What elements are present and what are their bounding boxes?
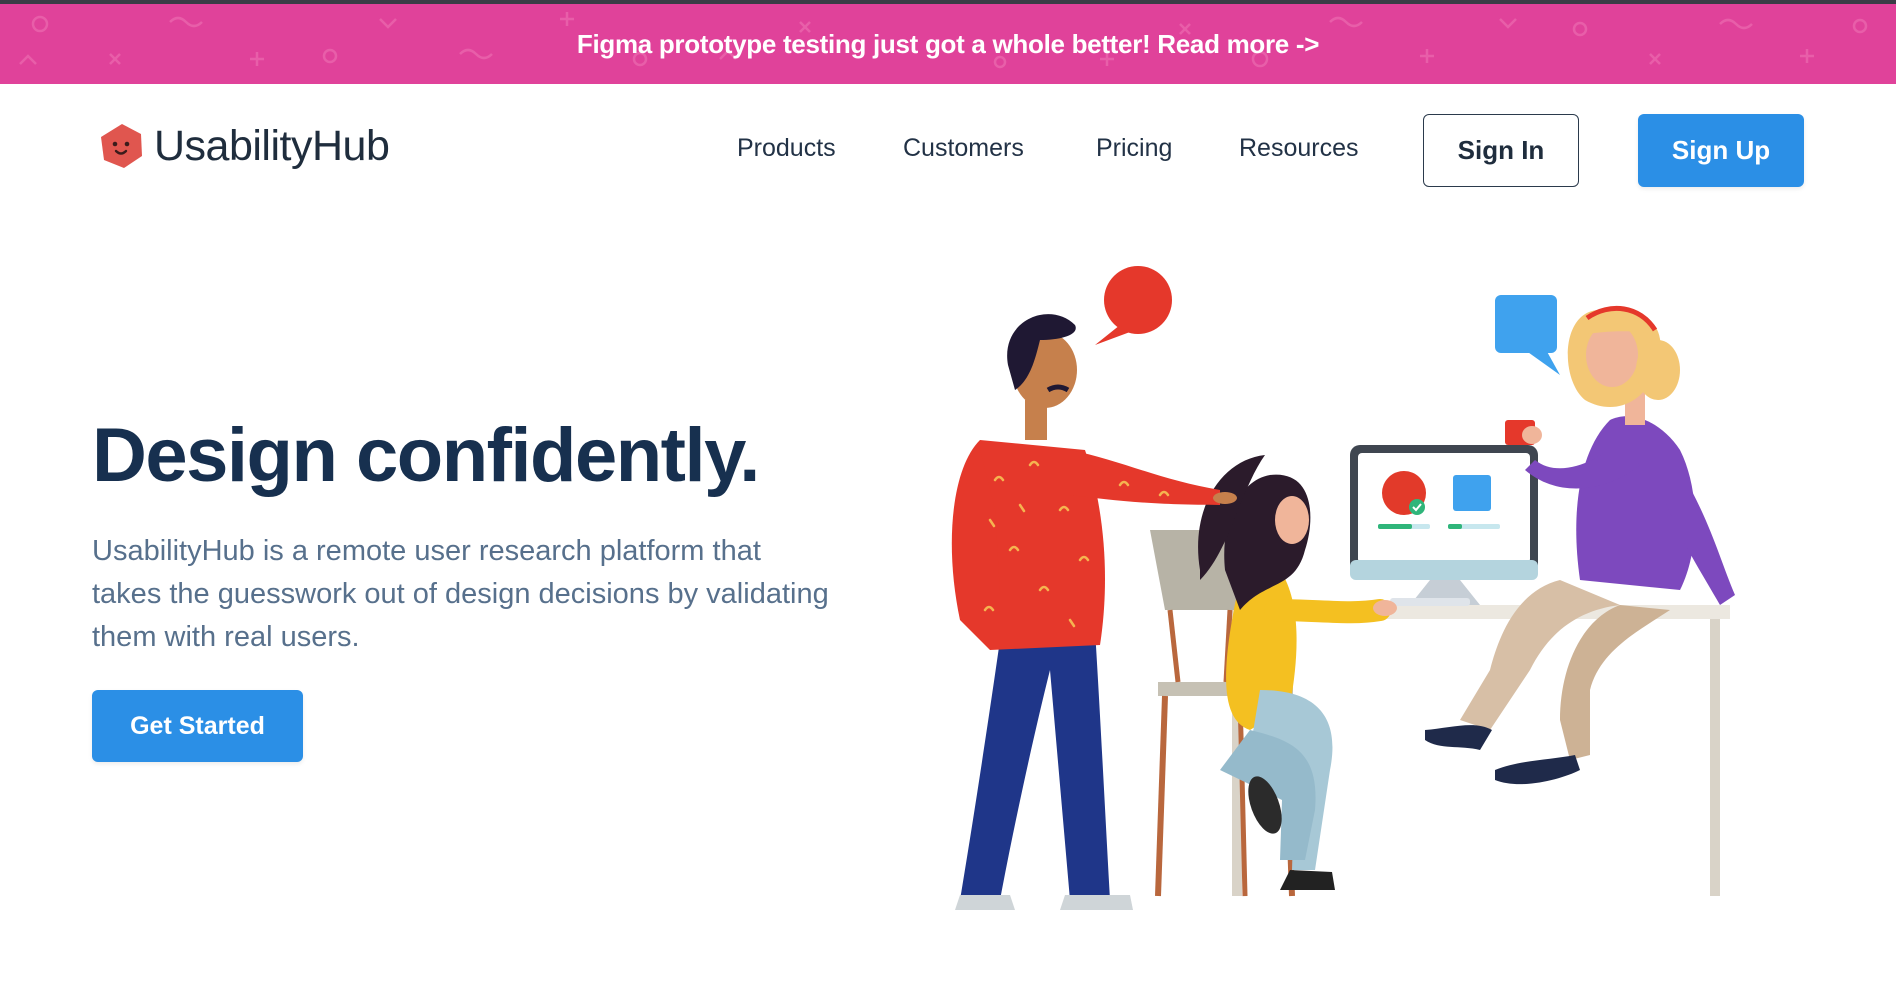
hero-title: Design confidently. [92, 413, 760, 498]
nav-resources[interactable]: Resources [1239, 134, 1359, 163]
sign-in-button[interactable]: Sign In [1423, 114, 1579, 187]
get-started-button[interactable]: Get Started [92, 690, 303, 762]
hero-illustration [951, 266, 1735, 910]
hexagon-face-icon [101, 124, 142, 168]
nav-pricing[interactable]: Pricing [1096, 134, 1172, 163]
nav-products[interactable]: Products [737, 134, 836, 163]
top-navigation: UsabilityHub Products Customers Pricing … [0, 84, 1896, 216]
logo-text: UsabilityHub [154, 121, 390, 170]
sign-up-button[interactable]: Sign Up [1638, 114, 1804, 187]
standing-man [951, 314, 1237, 910]
computer-monitor [1350, 445, 1538, 606]
hero-subtitle: UsabilityHub is a remote user research p… [92, 535, 829, 653]
speech-bubble-red [1095, 266, 1172, 345]
speech-bubble-blue [1495, 295, 1560, 375]
logo[interactable]: UsabilityHub [98, 120, 390, 172]
nav-customers[interactable]: Customers [903, 134, 1024, 163]
banner-read-more-link[interactable]: Figma prototype testing just got a whole… [0, 4, 1896, 84]
announcement-banner: Figma prototype testing just got a whole… [0, 4, 1896, 84]
